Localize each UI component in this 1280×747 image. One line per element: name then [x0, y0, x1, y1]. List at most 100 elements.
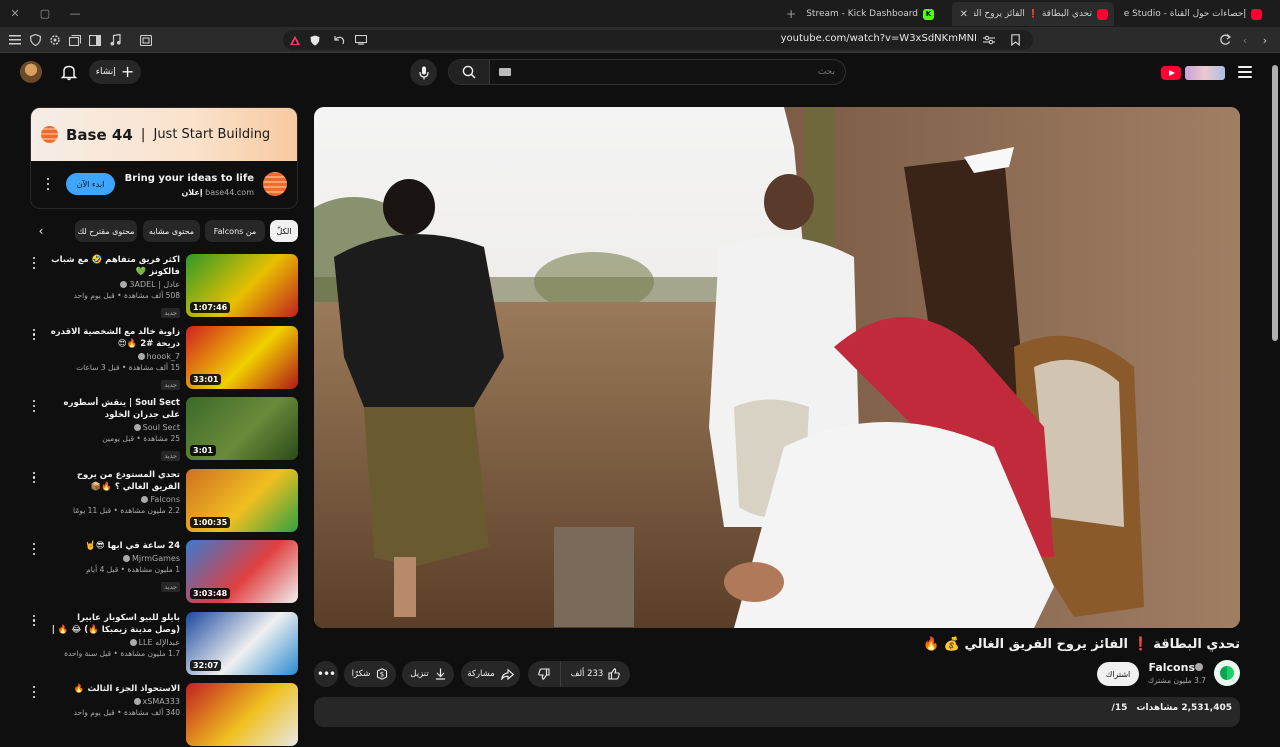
video-title-text[interactable]: الاستحواذ الجزء الثالث 🔥: [50, 683, 180, 695]
close-window-icon[interactable]: ✕: [0, 0, 30, 27]
video-more-icon[interactable]: [30, 328, 38, 342]
video-thumbnail[interactable]: 1:00:35: [186, 468, 298, 532]
chip-similar[interactable]: محتوى مشابه: [143, 220, 200, 242]
video-title-text[interactable]: تحدي المستودع من يروح الفريق الغالي ؟ 🔥📦: [50, 469, 180, 493]
tab-youtube-studio[interactable]: إحصاءات حول القناة - YouTube Studio: [1118, 2, 1268, 26]
related-video-item[interactable]: 1:07:46 اكثر فريق متفاهم 🤣 مع شباب فالكون…: [30, 254, 298, 318]
music-icon[interactable]: [107, 32, 123, 48]
tab-kick-dashboard[interactable]: K Stream - Kick Dashboard +: [764, 2, 940, 26]
download-button[interactable]: تنزيل: [402, 661, 454, 687]
video-more-icon[interactable]: [30, 542, 38, 556]
sponsored-ad-card[interactable]: Base 44 | Just Start Building Bring your…: [30, 107, 298, 209]
video-more-icon[interactable]: [30, 399, 38, 413]
video-title-text[interactable]: زاوية خالد مع الشخصية الاقدره دريحة #2 🔥…: [50, 326, 180, 350]
channel-name-text[interactable]: Falcons: [1148, 661, 1195, 674]
like-button[interactable]: 233 ألف: [560, 661, 630, 687]
related-video-item[interactable]: 33:01 زاوية خالد مع الشخصية الاقدره دريحة…: [30, 325, 298, 390]
site-settings-icon[interactable]: [981, 32, 997, 48]
video-thumbnail[interactable]: 32:07: [186, 611, 298, 675]
related-video-item[interactable]: 3:03:48 24 ساعة في ابها 😎🤘 MjrmGames 1 مليو…: [30, 540, 298, 604]
shield-icon[interactable]: [27, 32, 43, 48]
channel-label[interactable]: Soul Sect: [143, 423, 180, 432]
back-icon[interactable]: ›: [1257, 32, 1273, 48]
undo-icon[interactable]: [331, 32, 347, 48]
channel-label[interactable]: عادل | 3ADEL: [129, 280, 180, 289]
cast-icon[interactable]: [353, 32, 369, 48]
subscribe-button[interactable]: اشتراك: [1097, 662, 1139, 686]
more-actions-button[interactable]: •••: [314, 661, 338, 687]
channel-label[interactable]: hoook_7: [147, 352, 180, 361]
minimize-window-icon[interactable]: —: [60, 0, 90, 27]
channel-name-text[interactable]: hoook_7: [50, 352, 180, 361]
video-more-icon[interactable]: [30, 256, 38, 270]
video-thumbnail[interactable]: [186, 683, 298, 746]
notifications-bell-icon[interactable]: [60, 63, 78, 81]
channel-label[interactable]: Falcons: [150, 495, 180, 504]
channel-name[interactable]: Falcons: [1148, 661, 1206, 674]
ad-cta-button[interactable]: ابدء الآن: [66, 173, 115, 195]
dislike-button[interactable]: [528, 661, 560, 687]
description-box[interactable]: 2,531,405 مشاهدات 15/: [314, 697, 1240, 727]
related-video-item[interactable]: 32:07 بايلو للبيو اسكوبار عابيرا (وصل مدي…: [30, 611, 298, 676]
forward-icon[interactable]: ‹: [1237, 32, 1253, 48]
channel-avatar[interactable]: [1214, 660, 1240, 686]
voice-search-button[interactable]: [410, 59, 437, 86]
related-video-item[interactable]: الاستحواذ الجزء الثالث 🔥 xSMA333 340 ألف م…: [30, 683, 298, 747]
channel-name-text[interactable]: Falcons: [50, 495, 180, 504]
reload-icon[interactable]: [1217, 32, 1233, 48]
gear-icon[interactable]: [47, 32, 63, 48]
guide-menu-icon[interactable]: [1238, 65, 1252, 79]
video-more-icon[interactable]: [30, 471, 38, 485]
page-scrollbar[interactable]: [1270, 53, 1280, 720]
account-avatar[interactable]: [20, 61, 42, 83]
related-video-item[interactable]: 1:00:35 تحدي المستودع من يروح الفريق الغا…: [30, 468, 298, 533]
video-more-icon[interactable]: [30, 614, 38, 628]
video-more-icon[interactable]: [30, 685, 38, 699]
chip-all[interactable]: الكلّ: [270, 220, 298, 242]
brave-shield-icon[interactable]: [307, 32, 323, 48]
channel-name-text[interactable]: عبدالإله LLE: [50, 638, 180, 647]
video-thumbnail[interactable]: 3:03:48: [186, 540, 298, 603]
ad-title[interactable]: Bring your ideas to life: [125, 173, 254, 184]
channel-name-text[interactable]: Soul Sect: [50, 423, 180, 432]
brave-rewards-icon[interactable]: [287, 32, 303, 48]
chevron-left-icon[interactable]: ‹: [30, 220, 52, 242]
tabs-icon[interactable]: [67, 32, 83, 48]
channel-name-text[interactable]: عادل | 3ADEL: [50, 280, 180, 289]
tab-current-video[interactable]: تحدي البطاقة ❗ الفائز يروح الف... ✕: [952, 2, 1114, 26]
ad-banner[interactable]: Base 44 | Just Start Building: [31, 108, 297, 161]
new-tab-button[interactable]: +: [786, 7, 796, 21]
bookmark-icon[interactable]: [1007, 32, 1023, 48]
ad-more-icon[interactable]: [44, 177, 52, 191]
channel-label[interactable]: xSMA333: [143, 697, 180, 706]
screenshot-icon[interactable]: [138, 32, 154, 48]
youtube-logo[interactable]: [1161, 65, 1227, 81]
channel-name-text[interactable]: xSMA333: [50, 697, 180, 706]
restore-window-icon[interactable]: ▢: [30, 0, 60, 27]
video-title-text[interactable]: Soul Sect | ينقش أسطوره على جدران الخلود: [50, 397, 180, 421]
address-bar[interactable]: youtube.com/watch?v=W3xSdNKmMNI: [283, 30, 1033, 50]
channel-label[interactable]: MjrmGames: [132, 554, 180, 563]
chip-suggested[interactable]: محتوى مقترح لك: [75, 220, 137, 242]
channel-name-text[interactable]: MjrmGames: [50, 554, 180, 563]
video-thumbnail[interactable]: 3:01: [186, 397, 298, 460]
video-thumbnail[interactable]: 33:01: [186, 325, 298, 389]
sidebar-icon[interactable]: [87, 32, 103, 48]
thanks-button[interactable]: $ شكرًا: [344, 661, 396, 687]
search-button[interactable]: [449, 60, 490, 84]
keyboard-icon[interactable]: [499, 68, 511, 76]
channel-label[interactable]: عبدالإله LLE: [139, 638, 180, 647]
video-title-text[interactable]: اكثر فريق متفاهم 🤣 مع شباب فالكونز 💚: [50, 254, 180, 278]
advertiser-avatar[interactable]: [263, 172, 287, 196]
related-video-item[interactable]: 3:01 Soul Sect | ينقش أسطوره على جدران ال…: [30, 397, 298, 461]
video-title-text[interactable]: بايلو للبيو اسكوبار عابيرا (وصل مدينة زي…: [50, 612, 180, 636]
menu-icon[interactable]: [7, 32, 23, 48]
scrollbar-thumb[interactable]: [1272, 65, 1278, 341]
search-input[interactable]: [491, 60, 845, 84]
chip-from-channel[interactable]: من Falcons: [205, 220, 265, 242]
video-title-text[interactable]: 24 ساعة في ابها 😎🤘: [50, 540, 180, 552]
video-thumbnail[interactable]: 1:07:46: [186, 254, 298, 317]
create-button[interactable]: + إنشاء: [89, 60, 141, 84]
share-button[interactable]: مشاركة: [461, 661, 520, 687]
video-player[interactable]: [314, 107, 1240, 628]
